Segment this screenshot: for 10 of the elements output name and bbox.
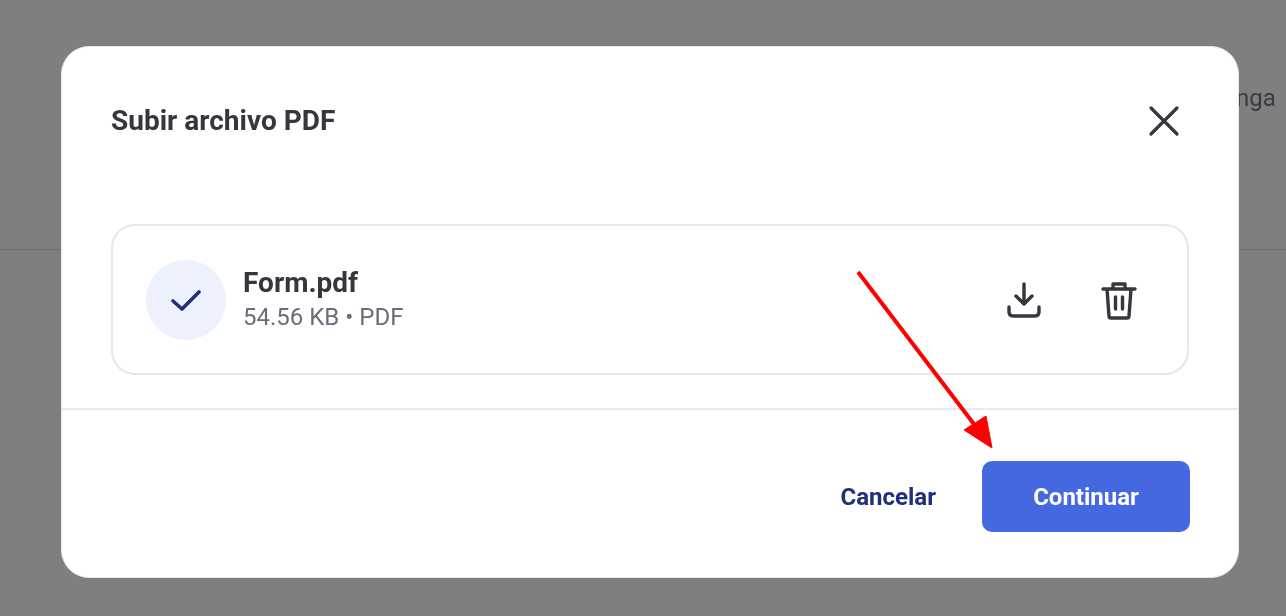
file-name: Form.pdf	[243, 266, 360, 300]
delete-button[interactable]	[1101, 279, 1137, 320]
close-icon	[1148, 105, 1180, 137]
download-icon	[1005, 280, 1043, 319]
cancel-button[interactable]: Cancelar	[824, 461, 952, 532]
download-button[interactable]	[1005, 280, 1043, 319]
file-meta: 54.56 KB • PDF	[243, 302, 404, 333]
continue-button[interactable]: Continuar	[982, 461, 1190, 532]
dialog-title: Subir archivo PDF	[111, 103, 336, 139]
trash-icon	[1101, 279, 1137, 320]
